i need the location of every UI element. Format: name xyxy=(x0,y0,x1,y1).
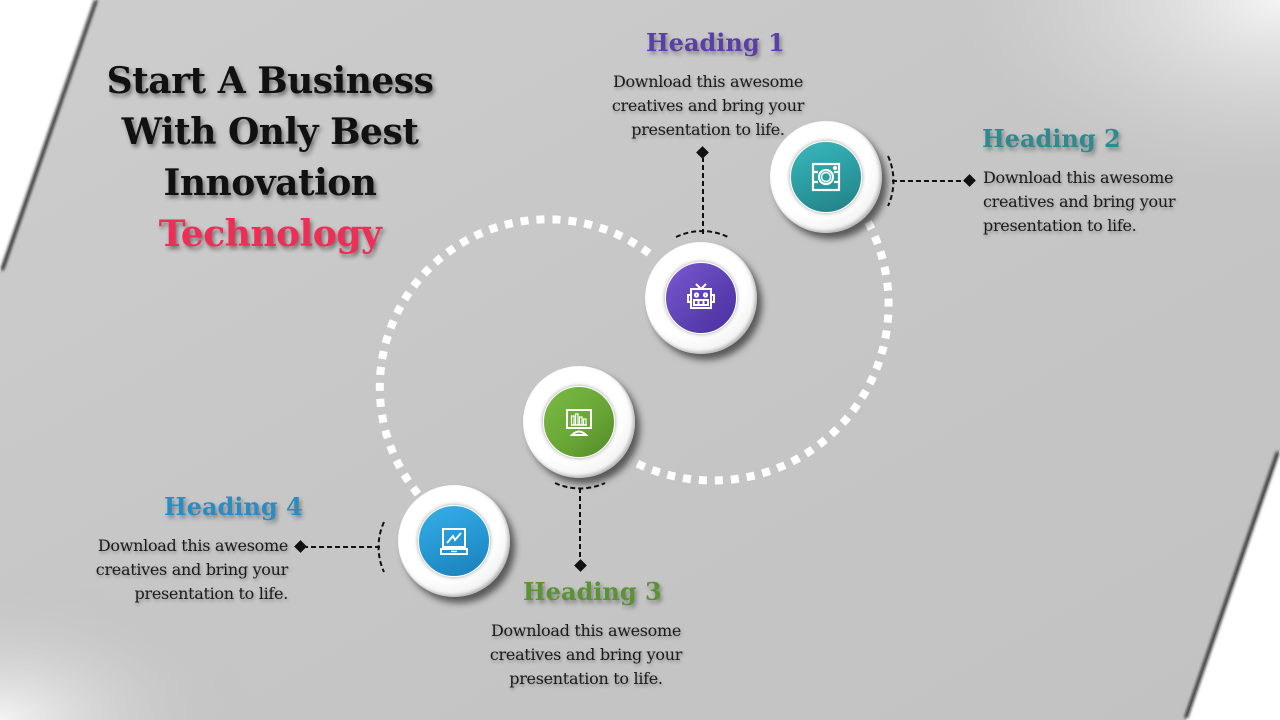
step-1-description: Download this awesome creatives and brin… xyxy=(598,70,818,142)
title-line-1: Start A Business xyxy=(106,60,434,102)
step-4-node xyxy=(398,485,510,597)
step-4-icon-badge xyxy=(418,505,490,577)
step-1-desc-line: Download this awesome xyxy=(612,72,804,91)
camera-icon xyxy=(811,162,841,192)
step-4-heading: Heading 4 xyxy=(164,492,303,521)
bar-chart-monitor-icon xyxy=(566,409,592,436)
step-4-description: Download this awesome creatives and brin… xyxy=(68,534,289,606)
step-1-node xyxy=(645,242,757,354)
step-3-desc-line: Download this awesome xyxy=(490,621,682,640)
connector-1-diamond xyxy=(696,146,709,159)
title-line-3: Innovation xyxy=(163,162,377,204)
connector-4-diamond xyxy=(294,540,307,553)
slide-title: Start A Business With Only Best Innovati… xyxy=(90,56,450,260)
step-4-desc-line: presentation to life. xyxy=(134,584,289,603)
connector-1 xyxy=(675,158,729,238)
step-1-icon-badge xyxy=(665,262,737,334)
step-1-heading: Heading 1 xyxy=(646,28,785,57)
step-2-desc-line: presentation to life. xyxy=(983,216,1137,235)
step-2-node xyxy=(770,121,882,233)
step-4-desc-line: Download this awesome xyxy=(97,536,288,555)
title-line-2: With Only Best xyxy=(121,111,419,153)
step-2-heading: Heading 2 xyxy=(982,124,1121,153)
step-2-desc-line: creatives and bring your xyxy=(983,192,1176,211)
connector-2-diamond xyxy=(963,174,976,187)
step-3-desc-line: creatives and bring your xyxy=(489,645,683,664)
robot-icon xyxy=(687,283,715,309)
connector-3-diamond xyxy=(574,559,587,572)
step-3-icon-badge xyxy=(543,386,615,458)
connector-4 xyxy=(306,521,385,573)
step-2-description: Download this awesome creatives and brin… xyxy=(983,166,1203,238)
step-2-icon-badge xyxy=(790,141,862,213)
laptop-chart-icon xyxy=(440,528,468,555)
step-1-desc-line: creatives and bring your xyxy=(611,96,805,115)
step-2-desc-line: Download this awesome xyxy=(983,168,1174,187)
step-3-desc-line: presentation to life. xyxy=(509,669,663,688)
step-3-description: Download this awesome creatives and brin… xyxy=(476,619,696,691)
slide: Start A Business With Only Best Innovati… xyxy=(0,0,1280,720)
title-accent: Technology xyxy=(158,213,382,255)
connector-3 xyxy=(554,482,606,560)
step-3-heading: Heading 3 xyxy=(523,577,662,606)
connector-2 xyxy=(887,155,966,207)
step-3-node xyxy=(523,366,635,478)
step-4-desc-line: creatives and bring your xyxy=(95,560,289,579)
